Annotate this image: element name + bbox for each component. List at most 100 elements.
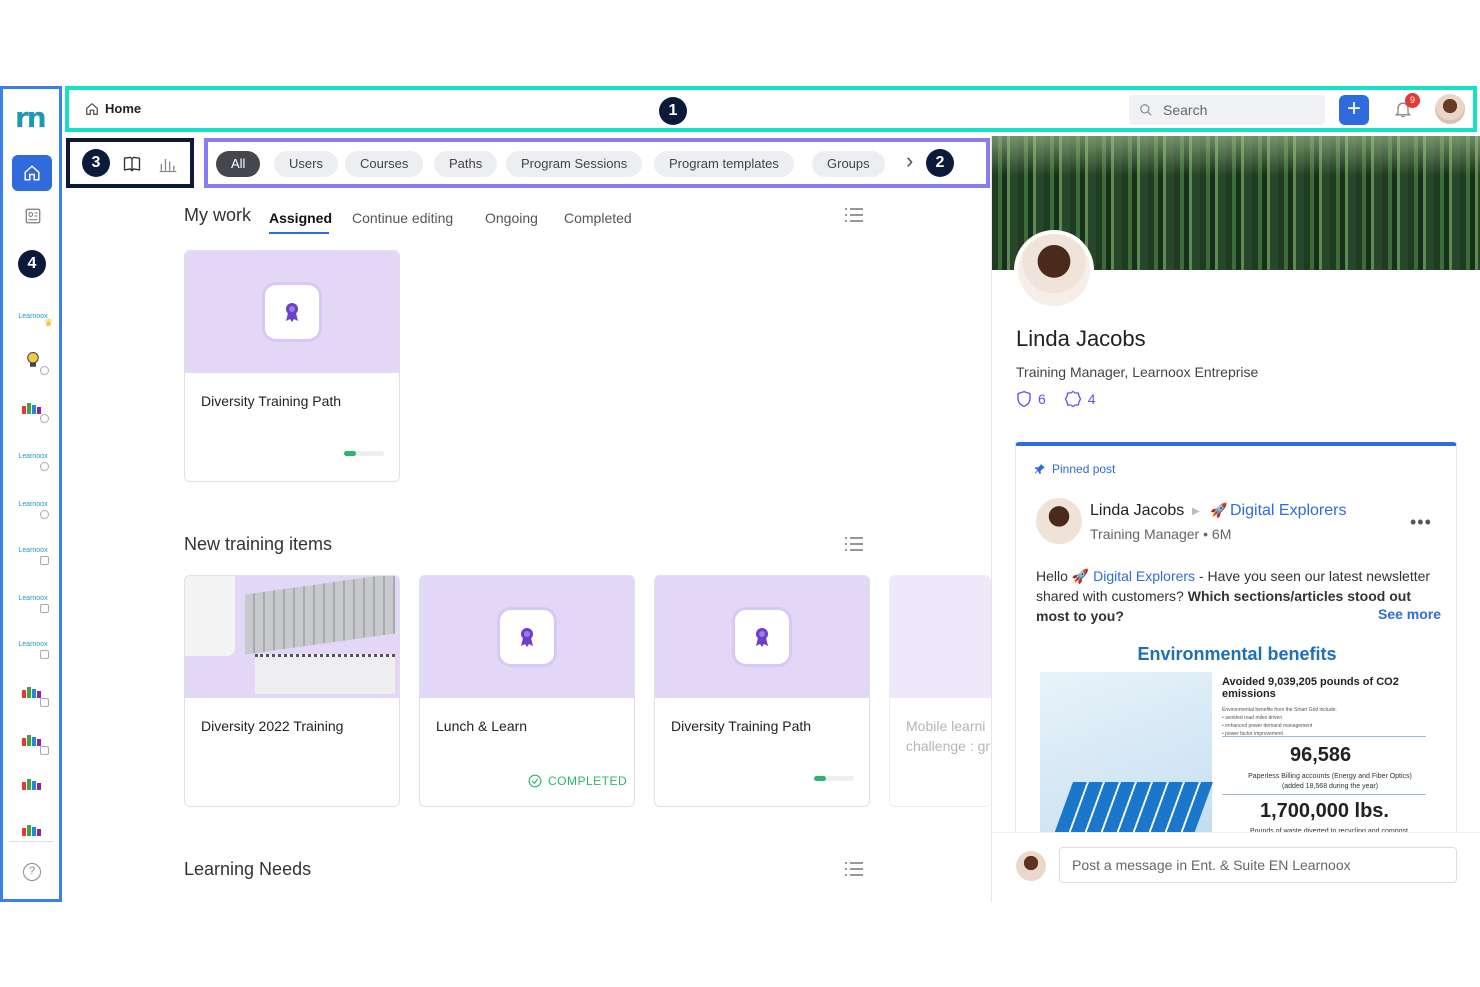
card-title: Diversity 2022 Training [201,718,344,734]
progress-fill [814,776,826,781]
sidebar-item-label: Learnoox [18,452,48,460]
sidebar-item-reports[interactable] [15,201,51,231]
lightbulb-icon [27,351,39,367]
training-card[interactable]: Lunch & Learn COMPLETED [419,575,635,807]
pinned-post-label: Pinned post [1034,462,1115,476]
sidebar-home-button[interactable] [12,155,52,191]
pinned-label-text: Pinned post [1052,462,1116,476]
post-author-avatar[interactable] [1036,498,1082,544]
training-card[interactable]: Diversity Training Path [654,575,870,807]
env-stat-billing: 96,586 [1290,744,1352,766]
chevron-right-icon[interactable]: › [906,148,913,174]
laptop-image [245,576,395,655]
callout-marker-4: 4 [18,250,46,278]
clock-icon [40,414,49,423]
profile-stats: 6 4 [1016,390,1096,408]
see-more-link[interactable]: See more [1378,606,1441,622]
team-logo-icon [22,825,41,836]
card-photo-thumbnail [185,576,399,698]
completed-status: COMPLETED [528,774,627,788]
tab-completed[interactable]: Completed [564,210,632,226]
sidebar-item-learnoox-3[interactable]: Learnoox [15,489,51,519]
filter-chip-groups[interactable]: Groups [812,151,885,177]
sidebar-item-label: Learnoox [18,594,48,602]
sidebar-item-team-3[interactable] [15,725,51,755]
card-thumbnail [185,251,399,373]
callout-marker-1: 1 [659,97,687,125]
pinned-post-card: Pinned post Linda Jacobs ▶ 🚀 Digital Exp… [1015,442,1457,882]
filter-chip-paths[interactable]: Paths [434,151,498,177]
card-thumbnail [655,576,869,698]
progress-fill [344,451,356,456]
more-options-icon[interactable]: ••• [1410,512,1432,533]
home-icon [86,102,98,115]
list-view-icon[interactable] [845,862,863,876]
bar-chart-icon[interactable] [158,154,178,174]
team-logo-icon [22,779,41,790]
sidebar-item-label: Learnoox [18,500,48,508]
filter-chip-all[interactable]: All [216,151,261,177]
sidebar-item-learnoox-6[interactable]: Learnoox [15,629,51,659]
env-stat-waste: 1,700,000 lbs. [1260,800,1389,822]
skills-stat[interactable]: 4 [1064,390,1096,408]
lock-icon [40,556,49,565]
post-text-group-link[interactable]: Digital Explorers [1093,568,1195,584]
learning-needs-title: Learning Needs [184,859,312,879]
badges-stat[interactable]: 6 [1016,390,1046,408]
clock-icon [40,510,49,519]
active-tab-indicator [269,232,329,234]
triangle-right-icon: ▶ [1192,506,1200,517]
tab-continue-editing[interactable]: Continue editing [352,210,453,226]
sidebar-item-team-4[interactable] [15,769,51,799]
env-stat-co2: Avoided 9,039,205 pounds of CO2 emission… [1222,676,1399,700]
path-badge-icon [262,282,322,342]
card-title: Diversity Training Path [201,393,342,409]
tab-ongoing[interactable]: Ongoing [485,210,538,226]
sidebar-item-learnoox-1[interactable]: Learnoox ♛ [15,301,53,331]
app-logo[interactable]: rn [15,101,47,134]
view-toggle: 3 [66,138,194,188]
user-avatar[interactable] [1435,94,1465,124]
post-author-name[interactable]: Linda Jacobs [1090,502,1184,520]
post-group-link[interactable]: Digital Explorers [1230,502,1346,520]
sidebar-item-learnoox-5[interactable]: Learnoox [15,583,51,613]
profile-avatar[interactable] [1014,230,1094,310]
training-card[interactable]: Diversity Training Path [184,250,400,482]
progress-bar [344,451,384,456]
card-thumbnail [420,576,634,698]
new-training-title: New training items [184,534,333,554]
shield-icon [1017,390,1031,408]
filter-chip-program-templates[interactable]: Program templates [654,151,794,177]
env-fine-line: • avoided road miles driven [1222,715,1283,721]
breadcrumb[interactable]: Home [85,101,141,116]
progress-bar [814,776,854,781]
training-card[interactable]: Diversity 2022 Training [184,575,400,807]
sidebar-item-learnoox-4[interactable]: Learnoox [15,535,51,565]
filter-chip-program-sessions[interactable]: Program Sessions [506,151,643,177]
filter-chip-courses[interactable]: Courses [345,151,424,177]
list-view-icon[interactable] [845,208,863,222]
create-button[interactable]: + [1339,95,1369,125]
help-icon[interactable]: ? [23,863,41,881]
dashboard-icon [25,208,41,224]
sidebar-item-team-1[interactable] [15,393,51,423]
post-message-input[interactable]: Post a message in Ent. & Suite EN Learno… [1059,847,1457,883]
skills-count: 4 [1087,391,1096,407]
team-logo-icon [22,403,41,414]
training-card-partial[interactable]: Mobile learni challenge : gr [889,575,991,807]
tab-assigned[interactable]: Assigned [269,210,332,226]
notebook-image [255,654,395,694]
rocket-icon: 🚀 [1071,568,1090,584]
notification-badge: 9 [1405,93,1420,108]
sidebar-item-team-2[interactable] [15,677,51,707]
search-input[interactable]: Search [1129,95,1325,125]
book-icon[interactable] [122,154,142,174]
filter-chip-users[interactable]: Users [274,151,338,177]
profile-role: Training Manager, Learnoox Entreprise [1016,364,1259,380]
sidebar-item-bulb[interactable] [15,345,51,375]
env-fine-print: Environmental benefits from the Smart Gr… [1222,706,1422,738]
env-divider [1222,736,1426,737]
sidebar-item-learnoox-2[interactable]: Learnoox [15,441,51,471]
list-view-icon[interactable] [845,537,863,551]
post-age: 6M [1211,526,1232,542]
